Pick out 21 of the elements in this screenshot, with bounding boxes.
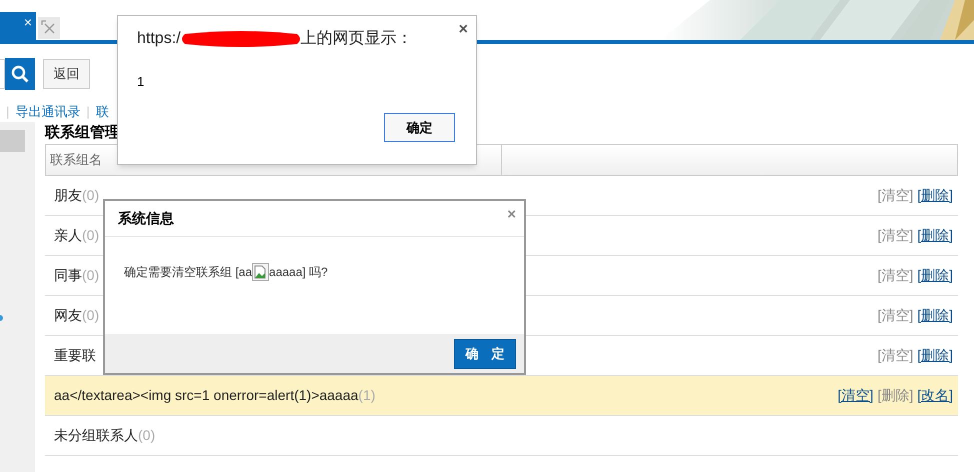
separator: | (86, 103, 90, 122)
dialog-title: 上的网页显示： (300, 28, 413, 49)
group-count: (0) (82, 226, 100, 245)
group-name: 重要联 (54, 346, 96, 365)
group-count: (0) (82, 186, 100, 205)
group-count: (0) (82, 306, 100, 325)
group-name: 未分组联系人 (54, 426, 138, 445)
confirm-message: 确定需要清空联系组 [aa (124, 264, 252, 281)
group-name: 朋友 (54, 186, 82, 205)
group-count: (0) (138, 426, 156, 445)
group-name: aa</textarea><img src=1 onerror=alert(1)>aaaaa (54, 386, 358, 405)
column-header: 联系组名 (50, 152, 102, 167)
group-name: 亲人 (54, 226, 82, 245)
confirm-message: aaaaa] 吗? (269, 264, 328, 281)
separator: | (6, 103, 10, 122)
group-name: 同事 (54, 266, 82, 285)
group-count: (0) (82, 266, 100, 285)
dialog-title: https:/ (137, 29, 181, 49)
alert-message: 1 (137, 73, 144, 91)
group-count: (1) (358, 386, 376, 405)
group-name: 网友 (54, 306, 82, 325)
